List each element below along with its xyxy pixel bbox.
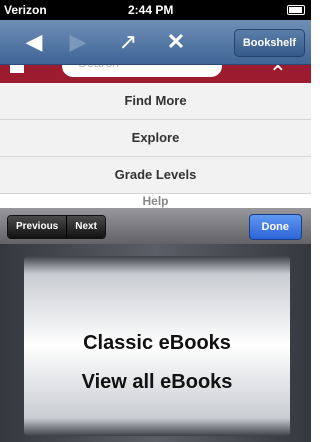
nav-menu: Find More Explore Grade Levels xyxy=(0,83,311,194)
menu-item-explore[interactable]: Explore xyxy=(0,120,311,157)
status-bar: Verizon 2:44 PM xyxy=(0,0,311,20)
site-header: Search ⌃ xyxy=(0,65,311,83)
close-icon[interactable]: ✕ xyxy=(162,20,190,64)
browser-toolbar: ◀ ▶ ↗ ✕ Bookshelf xyxy=(0,20,311,65)
next-button[interactable]: Next xyxy=(66,216,105,238)
done-button[interactable]: Done xyxy=(248,214,302,240)
picker-option[interactable]: Classic eBooks xyxy=(24,332,290,355)
picker-wheel[interactable]: Classic eBooks View all eBooks xyxy=(24,256,290,436)
prev-next-control: Previous Next xyxy=(7,215,106,239)
menu-item-help: Help xyxy=(142,194,169,208)
option-picker: Classic eBooks View all eBooks xyxy=(0,244,311,442)
menu-item-grade-levels[interactable]: Grade Levels xyxy=(0,157,311,194)
carrier-label: Verizon xyxy=(4,3,47,17)
back-arrow-icon[interactable]: ◀ xyxy=(20,20,48,64)
menu-item-find-more[interactable]: Find More xyxy=(0,83,311,120)
forward-arrow-icon[interactable]: ▶ xyxy=(64,20,92,64)
search-input[interactable]: Search xyxy=(62,65,222,77)
clock: 2:44 PM xyxy=(128,3,174,17)
picker-option[interactable]: View all eBooks xyxy=(24,371,290,394)
battery-icon xyxy=(287,5,305,15)
share-icon[interactable]: ↗ xyxy=(112,20,144,64)
chevron-up-icon[interactable]: ⌃ xyxy=(269,65,287,83)
home-icon[interactable] xyxy=(10,65,24,73)
previous-button[interactable]: Previous xyxy=(8,216,67,238)
keyboard-accessory-bar: Previous Next Done xyxy=(0,208,311,244)
bookshelf-button[interactable]: Bookshelf xyxy=(233,29,305,57)
